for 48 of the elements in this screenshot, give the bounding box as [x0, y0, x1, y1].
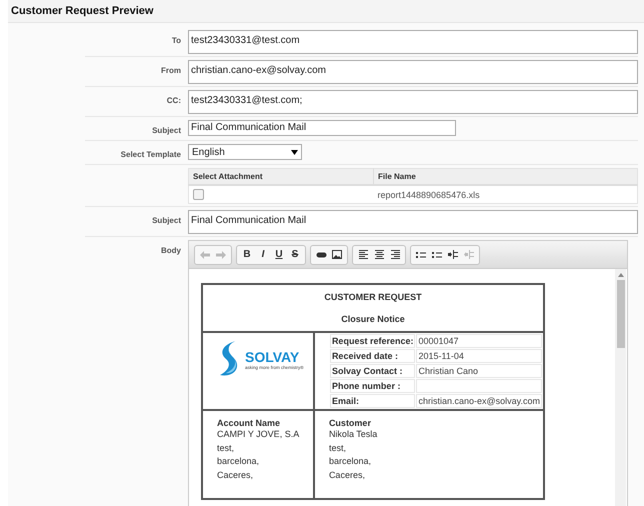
- detail-value: Christian Cano: [416, 364, 542, 378]
- party-heading: Customer: [328, 418, 372, 428]
- logo-name: SOLVAY: [245, 348, 300, 364]
- text-field[interactable]: test23430331@test.com: [188, 30, 638, 54]
- document-title: CUSTOMER REQUEST: [323, 292, 423, 302]
- scroll-up-icon[interactable]: [618, 273, 624, 277]
- detail-label: Received date :: [330, 349, 416, 363]
- text-field[interactable]: test23430331@test.com;: [188, 90, 638, 114]
- field-label: To: [172, 36, 181, 45]
- caret-icon: [291, 150, 298, 154]
- detail-label: Solvay Contact :: [330, 364, 416, 378]
- address-line: test,: [217, 442, 236, 454]
- file-name: report1448890685476.xls: [374, 185, 638, 204]
- italic-button[interactable]: I: [255, 246, 271, 262]
- underline-button[interactable]: U: [271, 246, 287, 262]
- address-line: barcelona,: [217, 455, 260, 468]
- scrollbar[interactable]: [615, 269, 626, 506]
- address-line: Nikola Tesla: [328, 428, 378, 441]
- detail-label: Email:: [330, 394, 416, 408]
- column-header: Select Attachment: [188, 168, 374, 185]
- address-line: Caceres,: [217, 468, 254, 482]
- address-line: Caceres,: [328, 468, 366, 482]
- detail-value: christian.cano-ex@solvay.com: [416, 394, 542, 408]
- template-dropdown[interactable]: English: [188, 144, 302, 160]
- text-field[interactable]: Final Communication Mail: [188, 120, 456, 136]
- bold-button[interactable]: B: [239, 246, 255, 262]
- detail-value: 00001047: [416, 334, 542, 348]
- column-header: File Name: [374, 168, 638, 185]
- text-field[interactable]: christian.cano-ex@solvay.com: [188, 60, 638, 84]
- detail-value: 2015-11-04: [416, 349, 542, 363]
- page-title: Customer Request Preview: [11, 5, 154, 17]
- document-subtitle: Closure Notice: [340, 314, 406, 324]
- detail-label: Request reference:: [330, 334, 416, 348]
- field-label: Body: [161, 246, 181, 255]
- field-label: CC:: [166, 96, 181, 105]
- strike-button[interactable]: S: [287, 246, 303, 262]
- party-heading: Account Name: [217, 418, 282, 428]
- address-line: barcelona,: [328, 455, 372, 468]
- field-label: From: [161, 66, 181, 75]
- field-label: Select Template: [120, 150, 181, 159]
- text-field[interactable]: Final Communication Mail: [188, 210, 638, 234]
- detail-label: Phone number :: [330, 379, 416, 393]
- scrollbar-thumb[interactable]: [616, 280, 624, 348]
- field-label: Subject: [152, 126, 181, 135]
- attachment-checkbox[interactable]: [193, 189, 204, 200]
- address-line: test,: [328, 442, 347, 454]
- address-line: CAMPI Y JOVE, S.A: [217, 428, 300, 441]
- field-label: Subject: [152, 216, 181, 225]
